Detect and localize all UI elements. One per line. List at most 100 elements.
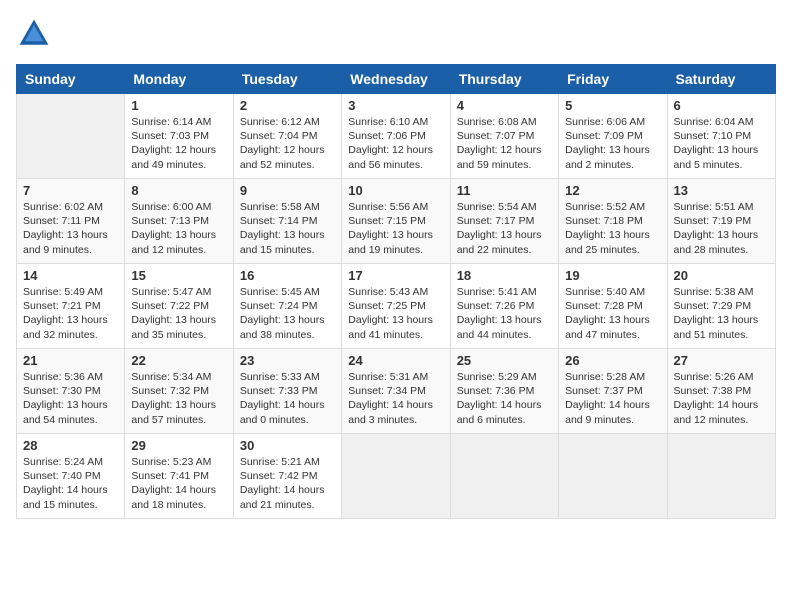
calendar-week-row: 14 Sunrise: 5:49 AM Sunset: 7:21 PM Dayl… [17, 264, 776, 349]
sunrise-text: Sunrise: 6:02 AM [23, 200, 118, 214]
day-info: Sunrise: 5:51 AM Sunset: 7:19 PM Dayligh… [674, 200, 769, 257]
day-info: Sunrise: 5:21 AM Sunset: 7:42 PM Dayligh… [240, 455, 335, 512]
calendar-cell: 27 Sunrise: 5:26 AM Sunset: 7:38 PM Dayl… [667, 349, 775, 434]
day-number: 7 [23, 183, 118, 198]
day-info: Sunrise: 6:12 AM Sunset: 7:04 PM Dayligh… [240, 115, 335, 172]
day-number: 29 [131, 438, 226, 453]
sunset-text: Sunset: 7:09 PM [565, 129, 660, 143]
day-info: Sunrise: 5:33 AM Sunset: 7:33 PM Dayligh… [240, 370, 335, 427]
daylight-text: Daylight: 13 hours and 54 minutes. [23, 398, 118, 426]
day-number: 22 [131, 353, 226, 368]
calendar-cell: 6 Sunrise: 6:04 AM Sunset: 7:10 PM Dayli… [667, 94, 775, 179]
calendar-cell: 11 Sunrise: 5:54 AM Sunset: 7:17 PM Dayl… [450, 179, 558, 264]
day-info: Sunrise: 6:08 AM Sunset: 7:07 PM Dayligh… [457, 115, 552, 172]
sunrise-text: Sunrise: 5:47 AM [131, 285, 226, 299]
logo [16, 16, 56, 52]
day-info: Sunrise: 6:04 AM Sunset: 7:10 PM Dayligh… [674, 115, 769, 172]
calendar-table: SundayMondayTuesdayWednesdayThursdayFrid… [16, 64, 776, 519]
day-number: 18 [457, 268, 552, 283]
daylight-text: Daylight: 14 hours and 3 minutes. [348, 398, 443, 426]
day-info: Sunrise: 6:06 AM Sunset: 7:09 PM Dayligh… [565, 115, 660, 172]
day-info: Sunrise: 5:28 AM Sunset: 7:37 PM Dayligh… [565, 370, 660, 427]
sunrise-text: Sunrise: 5:36 AM [23, 370, 118, 384]
day-info: Sunrise: 5:49 AM Sunset: 7:21 PM Dayligh… [23, 285, 118, 342]
sunset-text: Sunset: 7:40 PM [23, 469, 118, 483]
day-info: Sunrise: 5:52 AM Sunset: 7:18 PM Dayligh… [565, 200, 660, 257]
day-info: Sunrise: 5:43 AM Sunset: 7:25 PM Dayligh… [348, 285, 443, 342]
sunrise-text: Sunrise: 5:31 AM [348, 370, 443, 384]
weekday-header: Monday [125, 65, 233, 94]
sunset-text: Sunset: 7:29 PM [674, 299, 769, 313]
sunset-text: Sunset: 7:13 PM [131, 214, 226, 228]
sunrise-text: Sunrise: 5:56 AM [348, 200, 443, 214]
calendar-cell: 21 Sunrise: 5:36 AM Sunset: 7:30 PM Dayl… [17, 349, 125, 434]
sunrise-text: Sunrise: 5:29 AM [457, 370, 552, 384]
sunset-text: Sunset: 7:07 PM [457, 129, 552, 143]
weekday-header: Sunday [17, 65, 125, 94]
daylight-text: Daylight: 14 hours and 12 minutes. [674, 398, 769, 426]
daylight-text: Daylight: 13 hours and 25 minutes. [565, 228, 660, 256]
calendar-week-row: 28 Sunrise: 5:24 AM Sunset: 7:40 PM Dayl… [17, 434, 776, 519]
sunrise-text: Sunrise: 5:23 AM [131, 455, 226, 469]
calendar-cell: 28 Sunrise: 5:24 AM Sunset: 7:40 PM Dayl… [17, 434, 125, 519]
calendar-cell [667, 434, 775, 519]
day-number: 28 [23, 438, 118, 453]
calendar-header-row: SundayMondayTuesdayWednesdayThursdayFrid… [17, 65, 776, 94]
day-number: 26 [565, 353, 660, 368]
sunrise-text: Sunrise: 6:14 AM [131, 115, 226, 129]
day-number: 27 [674, 353, 769, 368]
day-info: Sunrise: 5:31 AM Sunset: 7:34 PM Dayligh… [348, 370, 443, 427]
day-number: 2 [240, 98, 335, 113]
daylight-text: Daylight: 13 hours and 12 minutes. [131, 228, 226, 256]
weekday-header: Tuesday [233, 65, 341, 94]
page-header [16, 16, 776, 52]
sunset-text: Sunset: 7:21 PM [23, 299, 118, 313]
daylight-text: Daylight: 13 hours and 38 minutes. [240, 313, 335, 341]
logo-icon [16, 16, 52, 52]
sunset-text: Sunset: 7:36 PM [457, 384, 552, 398]
sunset-text: Sunset: 7:34 PM [348, 384, 443, 398]
day-number: 23 [240, 353, 335, 368]
day-info: Sunrise: 6:14 AM Sunset: 7:03 PM Dayligh… [131, 115, 226, 172]
sunset-text: Sunset: 7:33 PM [240, 384, 335, 398]
calendar-cell [17, 94, 125, 179]
sunset-text: Sunset: 7:04 PM [240, 129, 335, 143]
daylight-text: Daylight: 13 hours and 2 minutes. [565, 143, 660, 171]
day-number: 19 [565, 268, 660, 283]
day-number: 20 [674, 268, 769, 283]
day-number: 16 [240, 268, 335, 283]
sunrise-text: Sunrise: 5:40 AM [565, 285, 660, 299]
calendar-cell: 10 Sunrise: 5:56 AM Sunset: 7:15 PM Dayl… [342, 179, 450, 264]
sunset-text: Sunset: 7:38 PM [674, 384, 769, 398]
daylight-text: Daylight: 13 hours and 9 minutes. [23, 228, 118, 256]
sunrise-text: Sunrise: 5:52 AM [565, 200, 660, 214]
sunrise-text: Sunrise: 5:51 AM [674, 200, 769, 214]
daylight-text: Daylight: 13 hours and 28 minutes. [674, 228, 769, 256]
day-number: 1 [131, 98, 226, 113]
daylight-text: Daylight: 12 hours and 59 minutes. [457, 143, 552, 171]
daylight-text: Daylight: 12 hours and 49 minutes. [131, 143, 226, 171]
daylight-text: Daylight: 12 hours and 56 minutes. [348, 143, 443, 171]
day-info: Sunrise: 5:26 AM Sunset: 7:38 PM Dayligh… [674, 370, 769, 427]
daylight-text: Daylight: 13 hours and 15 minutes. [240, 228, 335, 256]
daylight-text: Daylight: 14 hours and 21 minutes. [240, 483, 335, 511]
calendar-cell: 5 Sunrise: 6:06 AM Sunset: 7:09 PM Dayli… [559, 94, 667, 179]
sunrise-text: Sunrise: 5:33 AM [240, 370, 335, 384]
calendar-cell: 23 Sunrise: 5:33 AM Sunset: 7:33 PM Dayl… [233, 349, 341, 434]
calendar-cell: 13 Sunrise: 5:51 AM Sunset: 7:19 PM Dayl… [667, 179, 775, 264]
calendar-cell: 14 Sunrise: 5:49 AM Sunset: 7:21 PM Dayl… [17, 264, 125, 349]
daylight-text: Daylight: 14 hours and 18 minutes. [131, 483, 226, 511]
sunset-text: Sunset: 7:06 PM [348, 129, 443, 143]
calendar-cell: 4 Sunrise: 6:08 AM Sunset: 7:07 PM Dayli… [450, 94, 558, 179]
sunrise-text: Sunrise: 6:08 AM [457, 115, 552, 129]
sunset-text: Sunset: 7:32 PM [131, 384, 226, 398]
day-info: Sunrise: 6:02 AM Sunset: 7:11 PM Dayligh… [23, 200, 118, 257]
sunset-text: Sunset: 7:41 PM [131, 469, 226, 483]
daylight-text: Daylight: 13 hours and 35 minutes. [131, 313, 226, 341]
calendar-cell: 25 Sunrise: 5:29 AM Sunset: 7:36 PM Dayl… [450, 349, 558, 434]
calendar-cell [342, 434, 450, 519]
day-number: 13 [674, 183, 769, 198]
calendar-cell: 26 Sunrise: 5:28 AM Sunset: 7:37 PM Dayl… [559, 349, 667, 434]
sunset-text: Sunset: 7:17 PM [457, 214, 552, 228]
calendar-cell: 12 Sunrise: 5:52 AM Sunset: 7:18 PM Dayl… [559, 179, 667, 264]
